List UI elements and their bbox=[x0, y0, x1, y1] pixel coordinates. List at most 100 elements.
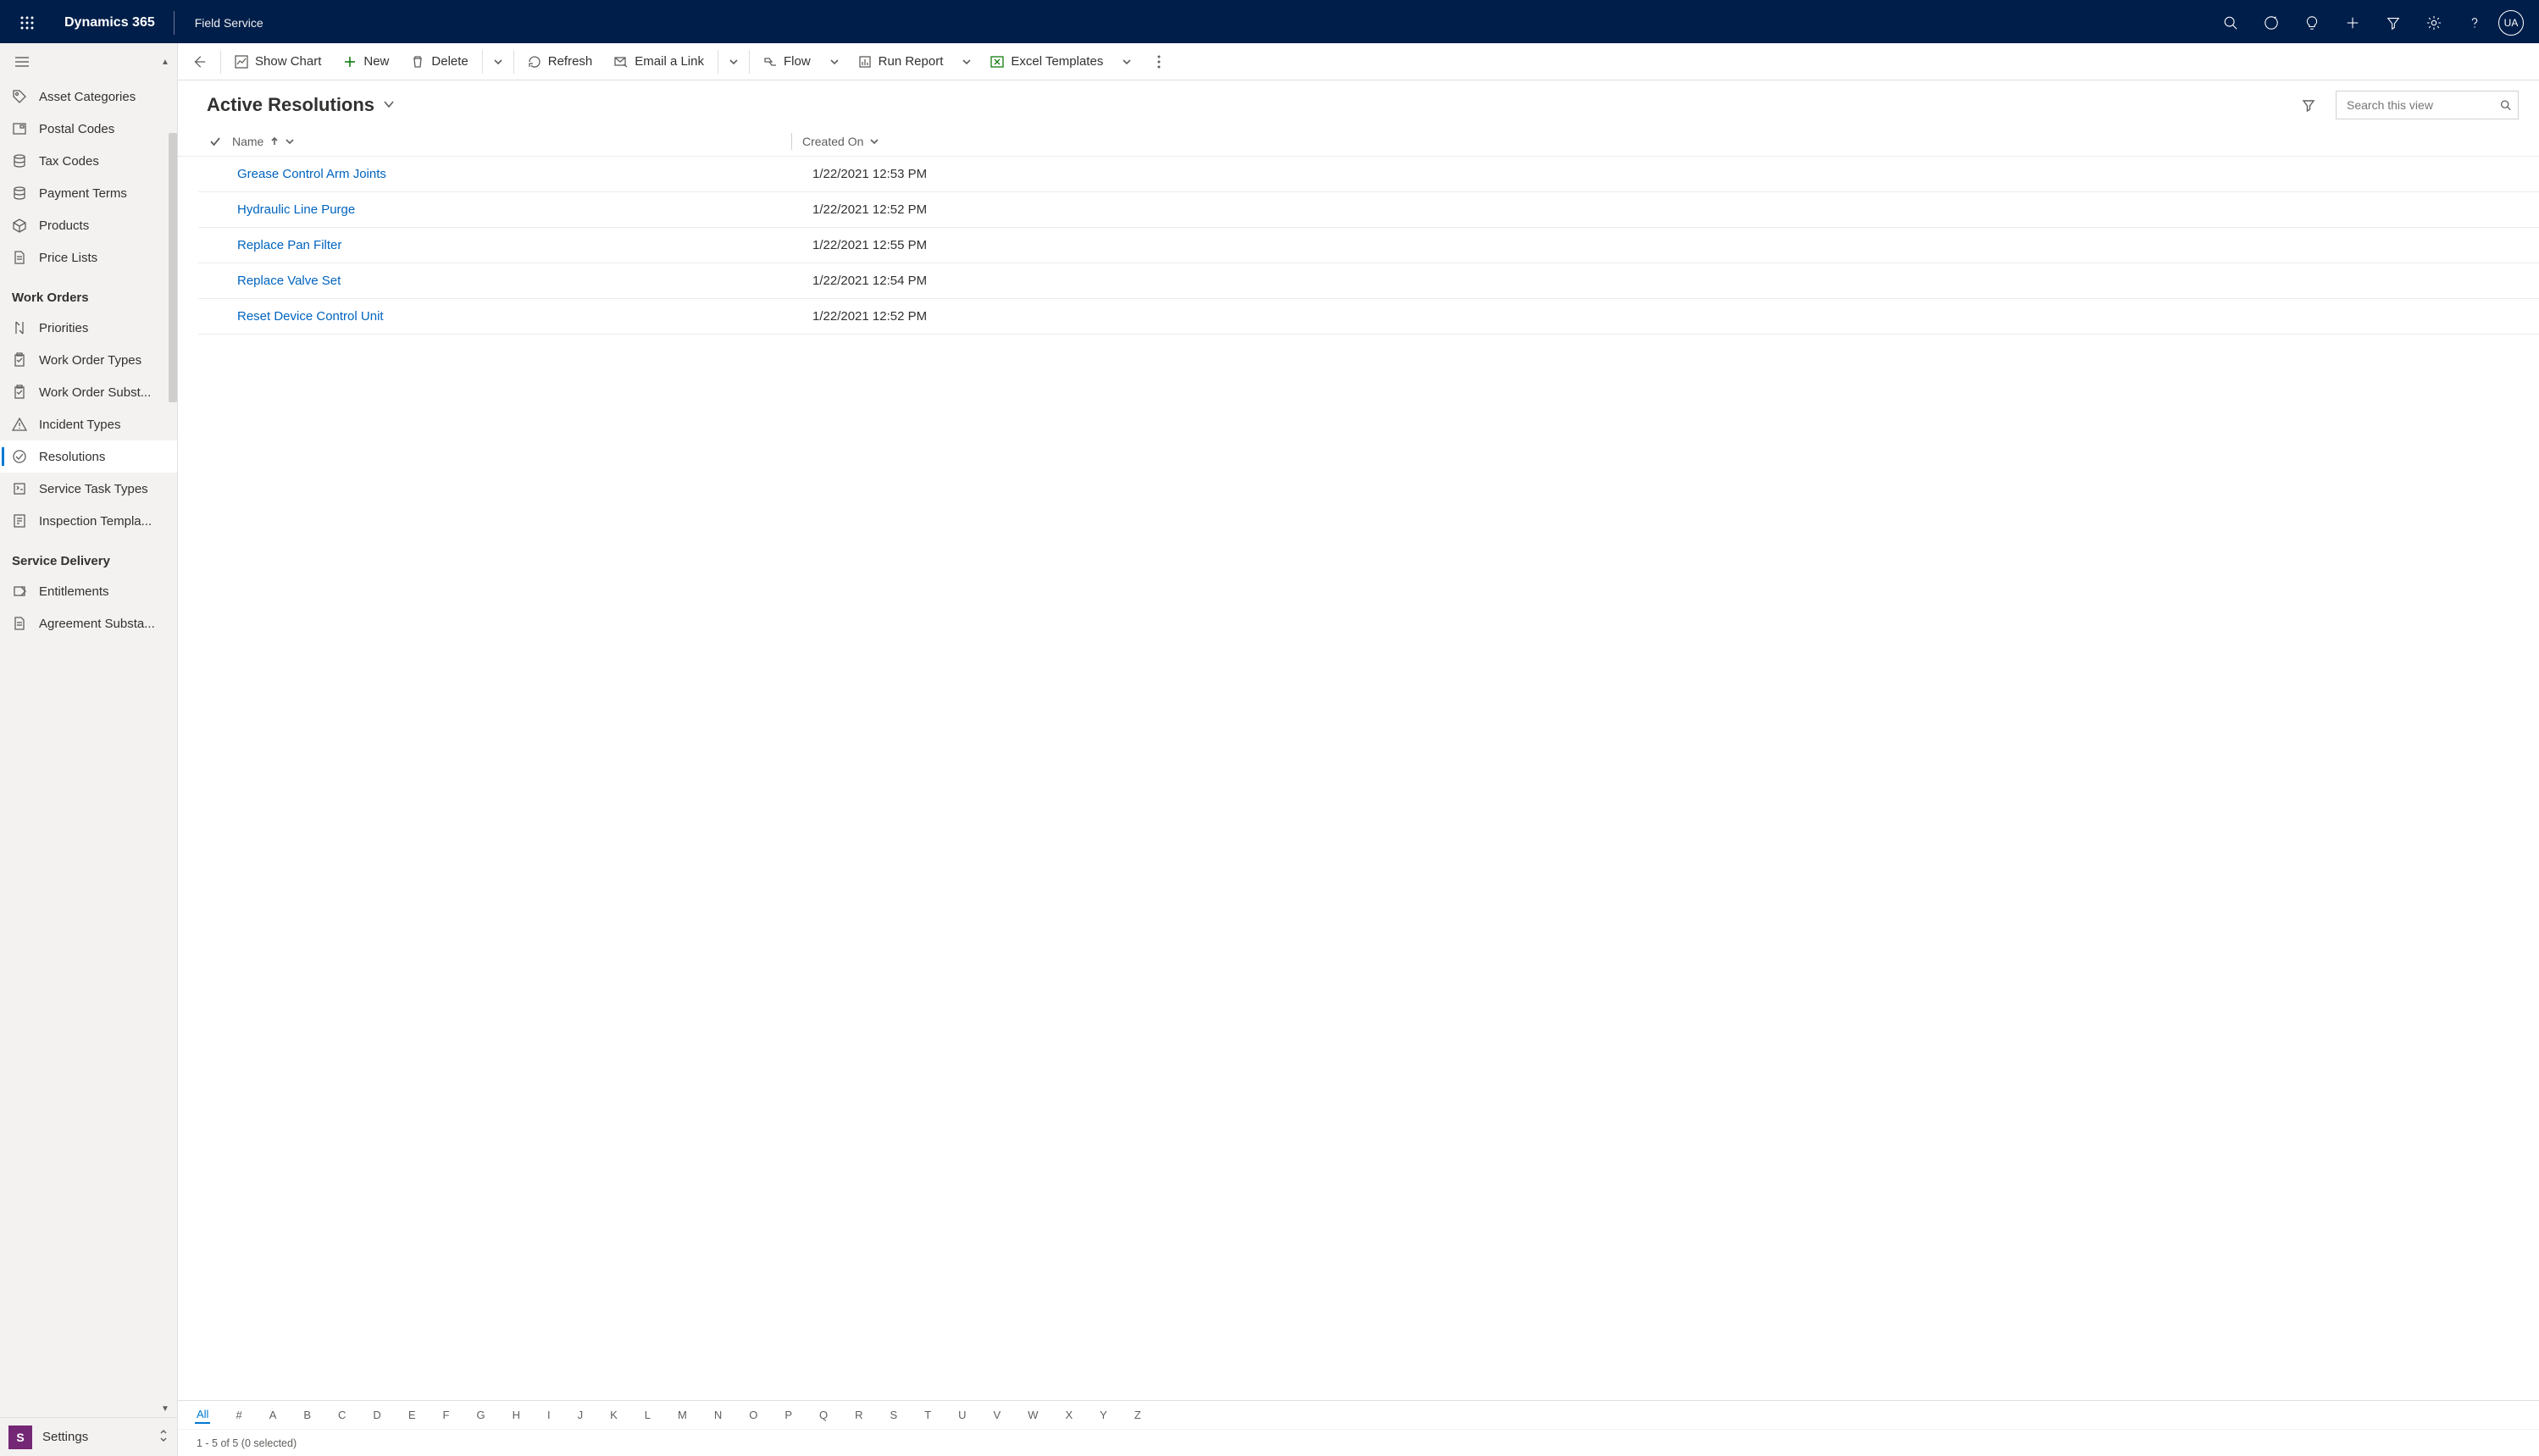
alpha-jump-t[interactable]: T bbox=[923, 1407, 933, 1423]
sidebar-item[interactable]: Work Order Subst... bbox=[0, 376, 177, 408]
select-all-checkbox[interactable] bbox=[198, 136, 232, 147]
alpha-jump-d[interactable]: D bbox=[371, 1407, 382, 1423]
assistant-button[interactable] bbox=[2292, 3, 2332, 43]
record-name-link[interactable]: Replace Pan Filter bbox=[232, 238, 791, 252]
excel-templates-button[interactable]: Excel Templates bbox=[980, 43, 1113, 80]
brand-label[interactable]: Dynamics 365 bbox=[53, 15, 167, 30]
table-row[interactable]: Hydraulic Line Purge 1/22/2021 12:52 PM bbox=[198, 192, 2539, 228]
alpha-jump-b[interactable]: B bbox=[302, 1407, 313, 1423]
alpha-jump-x[interactable]: X bbox=[1064, 1407, 1075, 1423]
run-report-split-button[interactable] bbox=[955, 43, 978, 80]
record-name-link[interactable]: Replace Valve Set bbox=[232, 274, 791, 288]
alpha-jump-o[interactable]: O bbox=[747, 1407, 759, 1423]
help-button[interactable] bbox=[2454, 3, 2495, 43]
sidebar-item[interactable]: Entitlements bbox=[0, 575, 177, 607]
task-button[interactable] bbox=[2251, 3, 2292, 43]
email-link-button[interactable]: Email a Link bbox=[604, 43, 714, 80]
alpha-jump-q[interactable]: Q bbox=[818, 1407, 829, 1423]
alpha-jump-z[interactable]: Z bbox=[1133, 1407, 1143, 1423]
view-selector[interactable]: Active Resolutions bbox=[207, 94, 395, 116]
alpha-jump-all[interactable]: All bbox=[195, 1406, 210, 1424]
sidebar-item[interactable]: Payment Terms bbox=[0, 177, 177, 209]
run-report-button[interactable]: Run Report bbox=[848, 43, 954, 80]
alpha-jump-s[interactable]: S bbox=[889, 1407, 900, 1423]
quick-create-button[interactable] bbox=[2332, 3, 2373, 43]
table-row[interactable]: Grease Control Arm Joints 1/22/2021 12:5… bbox=[198, 157, 2539, 192]
column-header-name[interactable]: Name bbox=[232, 135, 791, 148]
alpha-jump-w[interactable]: W bbox=[1026, 1407, 1039, 1423]
record-name-link[interactable]: Grease Control Arm Joints bbox=[232, 167, 791, 181]
alpha-jump-bar: All # A B C D E F G H I J K L M N O P Q R S T U V W X Y Z bbox=[178, 1400, 2539, 1429]
sidebar-scroll-down[interactable]: ▼ bbox=[155, 1398, 175, 1419]
column-header-created-on[interactable]: Created On bbox=[802, 135, 1023, 148]
table-row[interactable]: Replace Pan Filter 1/22/2021 12:55 PM bbox=[198, 228, 2539, 263]
alpha-jump-j[interactable]: J bbox=[576, 1407, 585, 1423]
flow-split-button[interactable] bbox=[823, 43, 846, 80]
back-arrow-icon bbox=[191, 54, 207, 69]
sidebar-item[interactable]: Work Order Types bbox=[0, 344, 177, 376]
user-avatar[interactable]: UA bbox=[2498, 10, 2524, 36]
sidebar-item[interactable]: Postal Codes bbox=[0, 113, 177, 145]
area-switcher[interactable]: S Settings bbox=[0, 1417, 177, 1456]
alpha-jump-k[interactable]: K bbox=[608, 1407, 619, 1423]
delete-split-button[interactable] bbox=[486, 43, 510, 80]
alpha-jump-r[interactable]: R bbox=[853, 1407, 864, 1423]
show-chart-button[interactable]: Show Chart bbox=[225, 43, 331, 80]
alpha-jump-a[interactable]: A bbox=[268, 1407, 279, 1423]
alpha-jump-i[interactable]: I bbox=[546, 1407, 552, 1423]
sidebar-collapse-button[interactable] bbox=[7, 47, 37, 77]
back-button[interactable] bbox=[181, 43, 217, 80]
sidebar-item[interactable]: Price Lists bbox=[0, 241, 177, 274]
view-search-box[interactable] bbox=[2336, 91, 2519, 119]
advanced-filter-button[interactable] bbox=[2373, 3, 2414, 43]
funnel-icon bbox=[2302, 98, 2315, 112]
record-name-link[interactable]: Hydraulic Line Purge bbox=[232, 202, 791, 217]
alpha-jump-c[interactable]: C bbox=[336, 1407, 347, 1423]
app-name-label[interactable]: Field Service bbox=[181, 16, 277, 30]
chevron-down-icon bbox=[383, 98, 395, 113]
alpha-jump-m[interactable]: M bbox=[676, 1407, 689, 1423]
alpha-jump-h[interactable]: H bbox=[511, 1407, 522, 1423]
alpha-jump-e[interactable]: E bbox=[407, 1407, 418, 1423]
sidebar-item[interactable]: Inspection Templa... bbox=[0, 505, 177, 537]
global-search-button[interactable] bbox=[2210, 3, 2251, 43]
sidebar-item[interactable]: Incident Types bbox=[0, 408, 177, 440]
alpha-jump-f[interactable]: F bbox=[441, 1407, 451, 1423]
alpha-jump-#[interactable]: # bbox=[234, 1407, 243, 1423]
refresh-button[interactable]: Refresh bbox=[518, 43, 603, 80]
sidebar-item[interactable]: Agreement Substa... bbox=[0, 607, 177, 639]
command-overflow-button[interactable] bbox=[1144, 43, 1174, 80]
settings-button[interactable] bbox=[2414, 3, 2454, 43]
table-row[interactable]: Reset Device Control Unit 1/22/2021 12:5… bbox=[198, 299, 2539, 335]
record-name-link[interactable]: Reset Device Control Unit bbox=[232, 309, 791, 324]
column-resizer[interactable] bbox=[791, 133, 792, 150]
alpha-jump-g[interactable]: G bbox=[474, 1407, 486, 1423]
column-filter-button[interactable] bbox=[2295, 91, 2322, 119]
sidebar-item[interactable]: Products bbox=[0, 209, 177, 241]
sort-ascending-icon bbox=[270, 135, 279, 148]
task-icon bbox=[2264, 15, 2279, 30]
flow-button[interactable]: Flow bbox=[753, 43, 821, 80]
chevron-down-icon bbox=[729, 58, 738, 66]
sidebar-item[interactable]: Priorities bbox=[0, 312, 177, 344]
sidebar-item[interactable]: Tax Codes bbox=[0, 145, 177, 177]
new-button[interactable]: New bbox=[333, 43, 399, 80]
app-launcher-button[interactable] bbox=[7, 3, 47, 43]
table-row[interactable]: Replace Valve Set 1/22/2021 12:54 PM bbox=[198, 263, 2539, 299]
sidebar-item[interactable]: Service Task Types bbox=[0, 473, 177, 505]
sidebar-item[interactable]: Resolutions bbox=[0, 440, 177, 473]
alpha-jump-u[interactable]: U bbox=[956, 1407, 967, 1423]
sidebar-item[interactable]: Asset Categories bbox=[0, 80, 177, 113]
delete-button[interactable]: Delete bbox=[401, 43, 478, 80]
view-search-input[interactable] bbox=[2347, 98, 2500, 112]
alpha-jump-y[interactable]: Y bbox=[1098, 1407, 1109, 1423]
alpha-jump-p[interactable]: P bbox=[783, 1407, 794, 1423]
excel-templates-split-button[interactable] bbox=[1115, 43, 1139, 80]
email-link-split-button[interactable] bbox=[722, 43, 746, 80]
sidebar-item-label: Resolutions bbox=[39, 450, 105, 464]
alpha-jump-v[interactable]: V bbox=[992, 1407, 1003, 1423]
sidebar-scrollbar[interactable] bbox=[169, 133, 177, 402]
alpha-jump-l[interactable]: L bbox=[643, 1407, 652, 1423]
sidebar-scroll-up[interactable]: ▲ bbox=[155, 52, 175, 72]
alpha-jump-n[interactable]: N bbox=[712, 1407, 723, 1423]
